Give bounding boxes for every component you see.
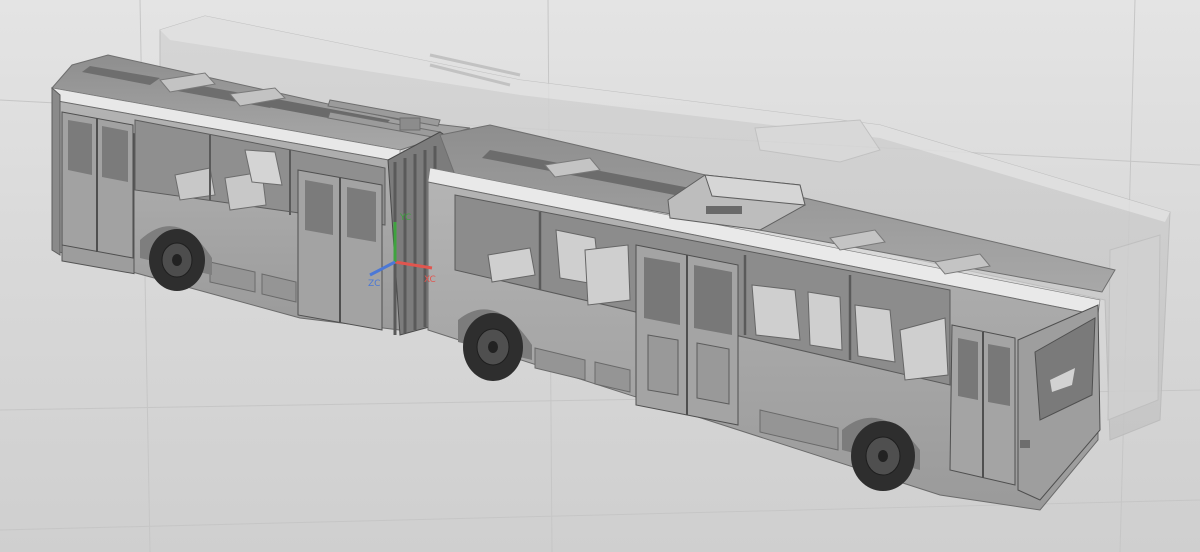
z-axis-label: ZC [368, 279, 380, 289]
rear-wheel [149, 229, 205, 291]
middle-wheel [463, 313, 523, 381]
x-axis-label: XC [424, 275, 436, 285]
front-wheel [851, 421, 915, 491]
model-canvas[interactable]: XC YC ZC [0, 0, 1200, 552]
y-axis-label: YC [399, 213, 411, 223]
cad-3d-viewport[interactable]: XC YC ZC [0, 0, 1200, 552]
